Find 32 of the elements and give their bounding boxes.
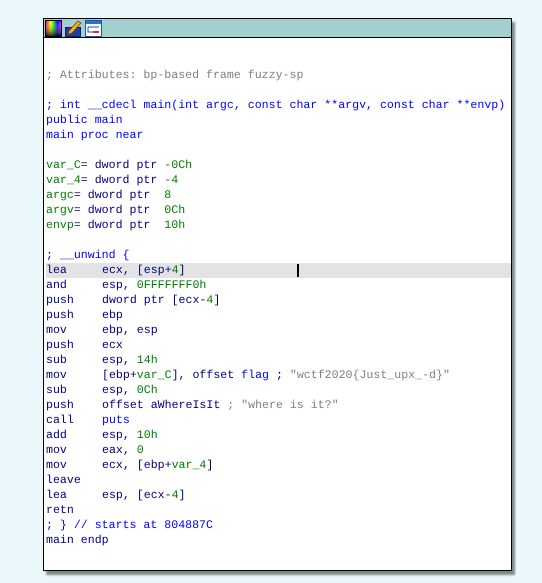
instruction-line[interactable]: and esp, 0FFFFFFF0h	[46, 278, 511, 293]
instruction-line[interactable]: sub esp, 0Ch	[46, 383, 511, 398]
instruction-line[interactable]: retn	[46, 503, 511, 518]
instruction-line[interactable]: mov ecx, [ebp+var_4]	[46, 458, 511, 473]
instruction-line[interactable]: sub esp, 14h	[46, 353, 511, 368]
instruction-line[interactable]: call puts	[46, 413, 511, 428]
instruction-line[interactable]: mov eax, 0	[46, 443, 511, 458]
instruction-line[interactable]: mov ebp, esp	[46, 323, 511, 338]
listing-line[interactable]: argv= dword ptr 0Ch	[46, 203, 511, 218]
graph-window-icon[interactable]	[85, 20, 102, 36]
instruction-line[interactable]: leave	[46, 473, 511, 488]
listing-line[interactable]: var_4= dword ptr -4	[46, 173, 511, 188]
instruction-line[interactable]: lea esp, [ecx-4]	[46, 488, 511, 503]
listing-line[interactable]: var_C= dword ptr -0Ch	[46, 158, 511, 173]
listing-line[interactable]: ; __unwind {	[46, 248, 511, 263]
text-cursor	[297, 264, 299, 277]
listing-line[interactable]: ; } // starts at 804887C	[46, 518, 511, 533]
listing-line[interactable]: ; Attributes: bp-based frame fuzzy-sp	[46, 68, 511, 83]
listing-line[interactable]: main endp	[46, 533, 511, 548]
listing-line[interactable]: ; int __cdecl main(int argc, const char **argv, const char **envp)	[46, 98, 511, 113]
listing-line[interactable]: envp= dword ptr 10h	[46, 218, 511, 233]
listing-line[interactable]: public main	[46, 113, 511, 128]
instruction-line[interactable]: push ebp	[46, 308, 511, 323]
instruction-line[interactable]: mov [ebp+var_C], offset flag ; "wctf2020{Just_upx_-d}"	[46, 368, 511, 383]
color-palette-icon[interactable]	[45, 20, 62, 36]
instruction-line[interactable]: push offset aWhereIsIt ; "where is it?"	[46, 398, 511, 413]
instruction-line[interactable]: push dword ptr [ecx-4]	[46, 293, 511, 308]
instruction-line[interactable]: push ecx	[46, 338, 511, 353]
pencil-window-icon[interactable]	[65, 20, 82, 36]
instruction-line[interactable]: add esp, 10h	[46, 428, 511, 443]
listing-line[interactable]: main proc near	[46, 128, 511, 143]
listing-line[interactable]: argc= dword ptr 8	[46, 188, 511, 203]
